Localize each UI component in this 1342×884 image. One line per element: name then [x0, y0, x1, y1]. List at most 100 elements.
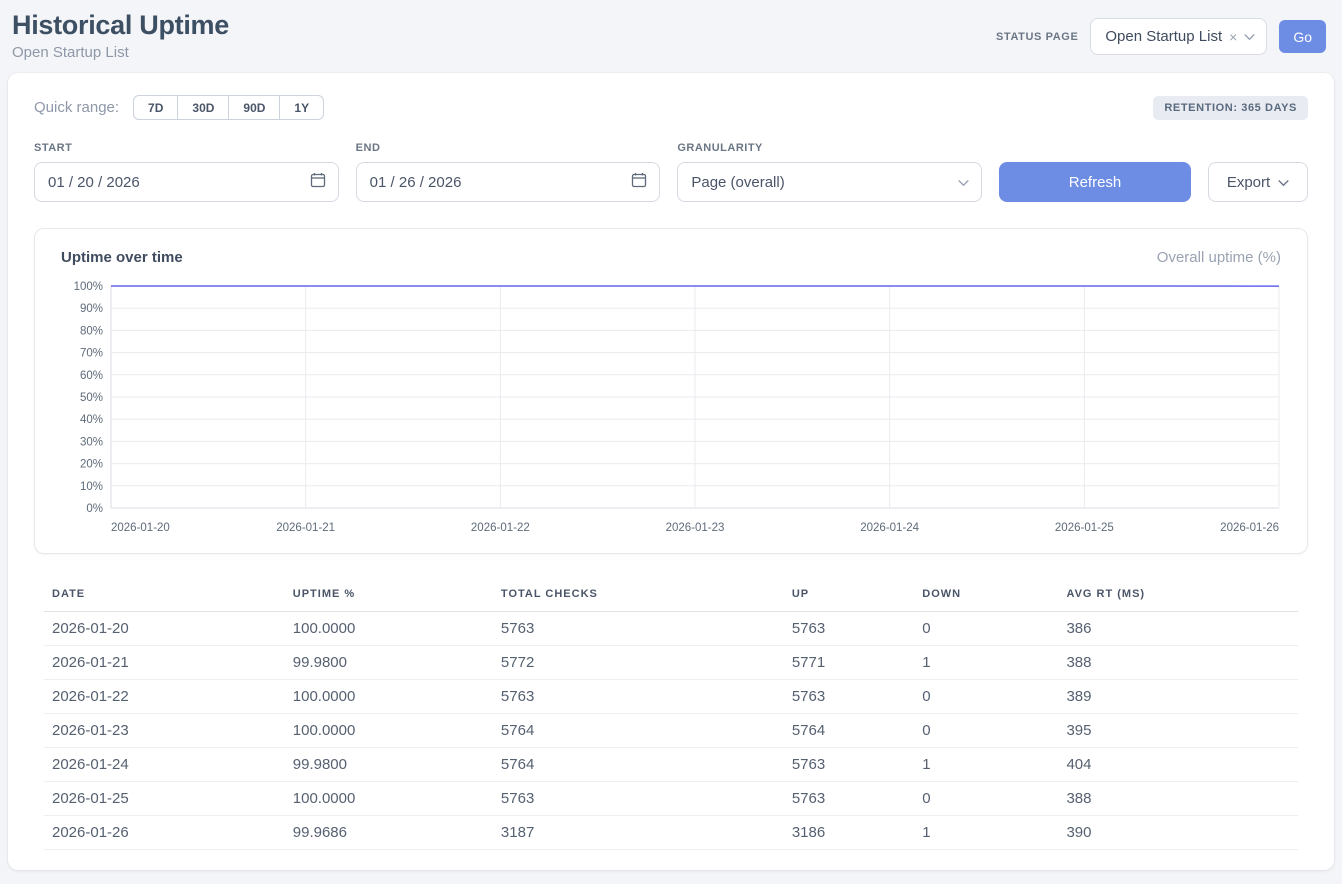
- table-cell: 0: [914, 680, 1058, 714]
- quick-range-button-30d[interactable]: 30D: [177, 95, 229, 120]
- table-cell: 5763: [784, 748, 914, 782]
- svg-text:2026-01-20: 2026-01-20: [111, 522, 170, 534]
- table-cell: 1: [914, 748, 1058, 782]
- quick-range-button-90d[interactable]: 90D: [228, 95, 280, 120]
- page-heading: Historical Uptime Open Startup List: [12, 10, 229, 61]
- svg-text:70%: 70%: [80, 348, 103, 360]
- main-card: Quick range: 7D30D90D1Y RETENTION: 365 D…: [8, 73, 1334, 870]
- svg-text:50%: 50%: [80, 392, 103, 404]
- svg-text:90%: 90%: [80, 303, 103, 315]
- table-row: 2026-01-25100.0000576357630388: [44, 782, 1298, 816]
- calendar-icon[interactable]: [631, 172, 647, 192]
- table-cell: 3187: [493, 816, 784, 850]
- status-page-selected-value: Open Startup List: [1105, 28, 1222, 45]
- end-date-label: END: [356, 142, 661, 154]
- quick-range-button-1y[interactable]: 1Y: [279, 95, 324, 120]
- column-header: TOTAL CHECKS: [493, 578, 784, 612]
- table-cell: 5764: [493, 714, 784, 748]
- status-page-select[interactable]: Open Startup List ×: [1090, 18, 1267, 55]
- table-cell: 2026-01-20: [44, 612, 285, 646]
- table-cell: 2026-01-23: [44, 714, 285, 748]
- refresh-button[interactable]: Refresh: [999, 162, 1191, 202]
- quick-range-label: Quick range:: [34, 99, 119, 116]
- table-cell: 5763: [493, 782, 784, 816]
- chevron-down-icon: [1278, 174, 1289, 191]
- table-cell: 99.9800: [285, 748, 493, 782]
- export-button-label: Export: [1227, 174, 1270, 191]
- quick-range-group: 7D30D90D1Y: [133, 95, 324, 120]
- table-cell: 5771: [784, 646, 914, 680]
- table-cell: 2026-01-21: [44, 646, 285, 680]
- start-date-field-group: START 01 / 20 / 2026: [34, 142, 339, 202]
- column-header: UPTIME %: [285, 578, 493, 612]
- chevron-down-icon: [1244, 28, 1255, 45]
- table-cell: 5763: [493, 680, 784, 714]
- chart-legend: Overall uptime (%): [1157, 249, 1281, 266]
- start-date-input[interactable]: 01 / 20 / 2026: [34, 162, 339, 202]
- table-cell: 99.9686: [285, 816, 493, 850]
- table-body: 2026-01-20100.00005763576303862026-01-21…: [44, 612, 1298, 850]
- table-cell: 389: [1058, 680, 1298, 714]
- table-cell: 404: [1058, 748, 1298, 782]
- status-page-controls: STATUS PAGE Open Startup List × Go: [996, 18, 1326, 55]
- table-row: 2026-01-22100.0000576357630389: [44, 680, 1298, 714]
- start-date-label: START: [34, 142, 339, 154]
- svg-text:2026-01-21: 2026-01-21: [276, 522, 335, 534]
- granularity-select[interactable]: Page (overall): [677, 162, 982, 202]
- table-cell: 2026-01-25: [44, 782, 285, 816]
- retention-badge: RETENTION: 365 DAYS: [1153, 96, 1308, 120]
- quick-range-row: Quick range: 7D30D90D1Y RETENTION: 365 D…: [34, 95, 1308, 120]
- clear-selection-icon[interactable]: ×: [1229, 30, 1237, 44]
- table-cell: 100.0000: [285, 680, 493, 714]
- table-row: 2026-01-2199.9800577257711388: [44, 646, 1298, 680]
- export-button[interactable]: Export: [1208, 162, 1308, 202]
- calendar-icon[interactable]: [310, 172, 326, 192]
- table-cell: 5763: [784, 612, 914, 646]
- svg-text:40%: 40%: [80, 414, 103, 426]
- go-button[interactable]: Go: [1279, 20, 1326, 53]
- table-cell: 1: [914, 816, 1058, 850]
- table-cell: 5763: [784, 680, 914, 714]
- svg-text:10%: 10%: [80, 481, 103, 493]
- svg-text:100%: 100%: [74, 281, 103, 293]
- end-date-value: 01 / 26 / 2026: [370, 174, 462, 191]
- column-header: AVG RT (MS): [1058, 578, 1298, 612]
- quick-range-button-7d[interactable]: 7D: [133, 95, 178, 120]
- table-cell: 388: [1058, 646, 1298, 680]
- table-cell: 99.9800: [285, 646, 493, 680]
- table-cell: 2026-01-22: [44, 680, 285, 714]
- svg-text:30%: 30%: [80, 436, 103, 448]
- svg-text:2026-01-23: 2026-01-23: [666, 522, 725, 534]
- table-cell: 5764: [784, 714, 914, 748]
- svg-text:20%: 20%: [80, 459, 103, 471]
- svg-text:2026-01-26: 2026-01-26: [1220, 522, 1279, 534]
- table-cell: 3186: [784, 816, 914, 850]
- table-cell: 386: [1058, 612, 1298, 646]
- uptime-chart: 0% 10% 20% 30% 40% 50% 60% 70% 80% 90% 100% 2026-01…: [55, 278, 1287, 545]
- table-cell: 0: [914, 714, 1058, 748]
- table-cell: 0: [914, 782, 1058, 816]
- chevron-down-icon: [958, 174, 969, 191]
- svg-text:2026-01-24: 2026-01-24: [860, 522, 919, 534]
- uptime-chart-card: Uptime over time Overall uptime (%) 0% 10…: [34, 228, 1308, 554]
- table-cell: 388: [1058, 782, 1298, 816]
- table-cell: 1: [914, 646, 1058, 680]
- column-header: UP: [784, 578, 914, 612]
- svg-text:80%: 80%: [80, 325, 103, 337]
- filters-row: START 01 / 20 / 2026 END 01 / 26 / 2026: [34, 142, 1308, 202]
- svg-text:0%: 0%: [86, 503, 103, 515]
- table-cell: 100.0000: [285, 782, 493, 816]
- svg-text:2026-01-22: 2026-01-22: [471, 522, 530, 534]
- granularity-label: GRANULARITY: [677, 142, 982, 154]
- table-cell: 5763: [493, 612, 784, 646]
- granularity-field-group: GRANULARITY Page (overall): [677, 142, 982, 202]
- chart-title: Uptime over time: [61, 249, 183, 266]
- end-date-input[interactable]: 01 / 26 / 2026: [356, 162, 661, 202]
- svg-text:2026-01-25: 2026-01-25: [1055, 522, 1114, 534]
- topbar: Historical Uptime Open Startup List STAT…: [0, 0, 1342, 67]
- table-cell: 390: [1058, 816, 1298, 850]
- table-row: 2026-01-23100.0000576457640395: [44, 714, 1298, 748]
- end-date-field-group: END 01 / 26 / 2026: [356, 142, 661, 202]
- svg-text:60%: 60%: [80, 370, 103, 382]
- table-row: 2026-01-2699.9686318731861390: [44, 816, 1298, 850]
